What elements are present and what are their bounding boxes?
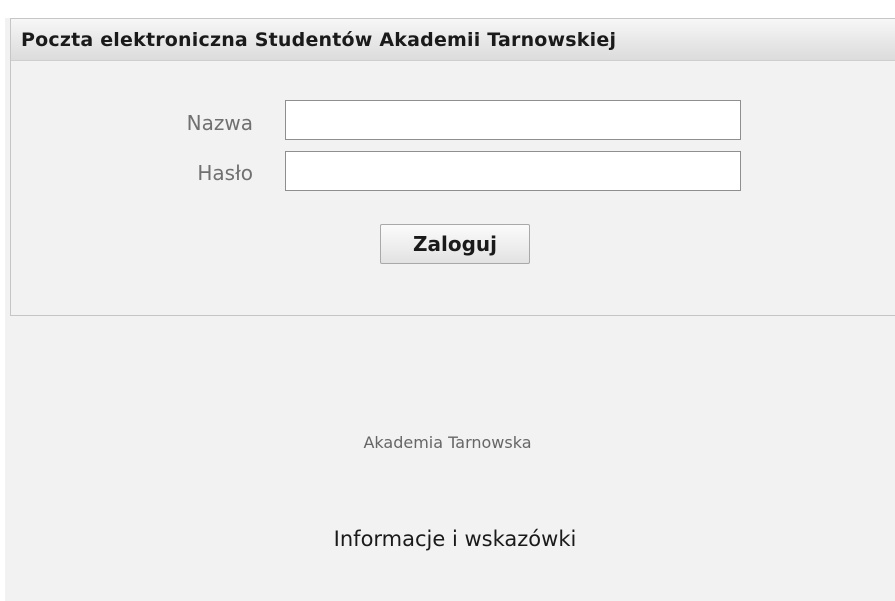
username-input[interactable] [285,100,741,140]
login-panel: Poczta elektroniczna Studentów Akademii … [10,18,895,316]
username-label: Nazwa [186,111,253,135]
login-button[interactable]: Zaloguj [380,224,530,264]
info-link[interactable]: Informacje i wskazówki [0,527,895,551]
top-margin [0,0,895,18]
password-label: Hasło [197,161,253,185]
password-input[interactable] [285,151,741,191]
organization-name: Akademia Tarnowska [363,433,532,452]
panel-title: Poczta elektroniczna Studentów Akademii … [21,29,617,51]
panel-header: Poczta elektroniczna Studentów Akademii … [11,19,895,61]
